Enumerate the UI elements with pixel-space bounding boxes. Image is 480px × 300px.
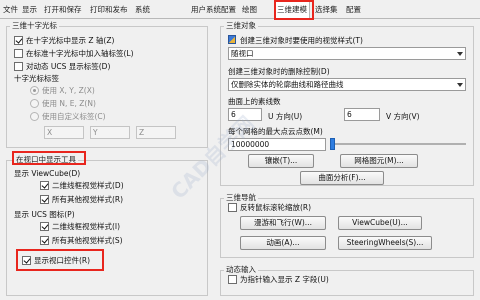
chevron-down-icon — [457, 83, 463, 87]
tab-user-preferences[interactable]: 用户系统配置 — [189, 3, 238, 19]
label-axes-checkbox[interactable] — [14, 49, 23, 58]
radio-custom[interactable] — [30, 112, 39, 121]
ucs-2d-wireframe-label: 二维线框视觉样式(I) — [52, 222, 121, 231]
mesh-primitives-button[interactable]: 网格图元(M)... — [340, 154, 418, 168]
ucs-other-styles-checkbox[interactable] — [40, 236, 49, 245]
ucs-other-styles-label: 所有其他视觉样式(S) — [52, 236, 123, 245]
radio-nez-label: 使用 N, E, Z(N) — [42, 99, 96, 108]
max-points-slider-thumb[interactable] — [330, 138, 335, 150]
tab-display[interactable]: 显示 — [20, 3, 39, 19]
crosshairs-group-title: 三维十字光标 — [10, 20, 59, 31]
show-z-axis-label: 在十字光标中显示 Z 轴(Z) — [26, 36, 115, 45]
tessellation-button[interactable]: 镶嵌(T)... — [248, 154, 314, 168]
surface-analysis-button[interactable]: 曲面分析(F)... — [300, 171, 384, 185]
u-isolines-label: U 方向(U) — [268, 112, 303, 121]
show-z-axis-checkbox[interactable] — [14, 36, 23, 45]
viewcube-2d-wireframe-label: 二维线框视觉样式(D) — [52, 181, 124, 190]
tab-files[interactable]: 文件 — [1, 3, 20, 19]
tab-profiles[interactable]: 配置 — [344, 3, 363, 19]
reverse-wheel-label: 反转鼠标滚轮缩放(R) — [240, 203, 312, 212]
custom-y-input[interactable]: Y — [90, 126, 130, 139]
viewcube-display-heading: 显示 ViewCube(D) — [14, 169, 81, 178]
crosshair-labels-heading: 十字光标标签 — [14, 74, 59, 83]
radio-custom-label: 使用自定义标签(C) — [42, 112, 106, 121]
3d-objects-group-title: 三维对象 — [224, 20, 258, 31]
deletion-control-value: 仅删除实体的轮廓曲线和路径曲线 — [231, 80, 344, 89]
highlight-viewport-controls — [16, 249, 104, 271]
steeringwheels-button[interactable]: SteeringWheels(S)... — [338, 236, 432, 250]
animation-button[interactable]: 动画(A)... — [240, 236, 326, 250]
highlight-3d-modeling-tab — [274, 0, 314, 20]
viewcube-button[interactable]: ViewCube(U)... — [338, 216, 422, 230]
ucs-2d-wireframe-checkbox[interactable] — [40, 222, 49, 231]
ucs-icon-display-heading: 显示 UCS 图标(P) — [14, 210, 75, 219]
max-points-input[interactable]: 10000000 — [228, 138, 326, 151]
dynamic-ucs-label-checkbox[interactable] — [14, 62, 23, 71]
v-isolines-label: V 方向(V) — [386, 112, 420, 121]
viewcube-other-styles-checkbox[interactable] — [40, 195, 49, 204]
reverse-wheel-checkbox[interactable] — [228, 203, 237, 212]
highlight-viewport-tools-title — [12, 151, 86, 165]
dynamic-ucs-label-text: 对动态 UCS 显示标签(D) — [26, 62, 111, 71]
max-points-label: 每个网格的最大点云点数(M) — [228, 127, 323, 136]
viewcube-other-styles-label: 所有其他视觉样式(R) — [52, 195, 124, 204]
custom-x-input[interactable]: X — [44, 126, 84, 139]
radio-xyz[interactable] — [30, 86, 39, 95]
visual-style-value: 随视口 — [231, 49, 254, 58]
tab-selection[interactable]: 选择集 — [313, 3, 340, 19]
tab-system[interactable]: 系统 — [133, 3, 152, 19]
deletion-control-label: 创建三维对象时的删除控制(D) — [228, 67, 330, 76]
tab-plot-publish[interactable]: 打印和发布 — [88, 3, 130, 19]
tab-drafting[interactable]: 绘图 — [240, 3, 259, 19]
u-isolines-input[interactable]: 6 — [228, 108, 262, 121]
max-points-slider-track[interactable] — [330, 143, 466, 145]
visual-style-icon — [228, 35, 236, 44]
viewcube-2d-wireframe-checkbox[interactable] — [40, 181, 49, 190]
radio-xyz-label: 使用 X, Y, Z(X) — [42, 86, 95, 95]
visual-style-label: 创建三维对象时要使用的视觉样式(T) — [240, 36, 363, 45]
z-field-checkbox[interactable] — [228, 275, 237, 284]
walk-fly-button[interactable]: 漫游和飞行(W)... — [240, 216, 326, 230]
custom-z-input[interactable]: Z — [136, 126, 176, 139]
visual-style-select[interactable]: 随视口 — [228, 47, 466, 60]
label-axes-label: 在标准十字光标中加入轴标签(L) — [26, 49, 134, 58]
radio-nez[interactable] — [30, 99, 39, 108]
isolines-heading: 曲面上的素线数 — [228, 97, 281, 106]
tab-open-save[interactable]: 打开和保存 — [42, 3, 84, 19]
z-field-label: 为指针输入显示 Z 字段(U) — [240, 275, 329, 284]
chevron-down-icon — [457, 52, 463, 56]
deletion-control-select[interactable]: 仅删除实体的轮廓曲线和路径曲线 — [228, 78, 466, 91]
v-isolines-input[interactable]: 6 — [344, 108, 380, 121]
options-tab-bar: 文件 显示 打开和保存 打印和发布 系统 用户系统配置 绘图 三维建模 选择集 … — [0, 0, 480, 20]
